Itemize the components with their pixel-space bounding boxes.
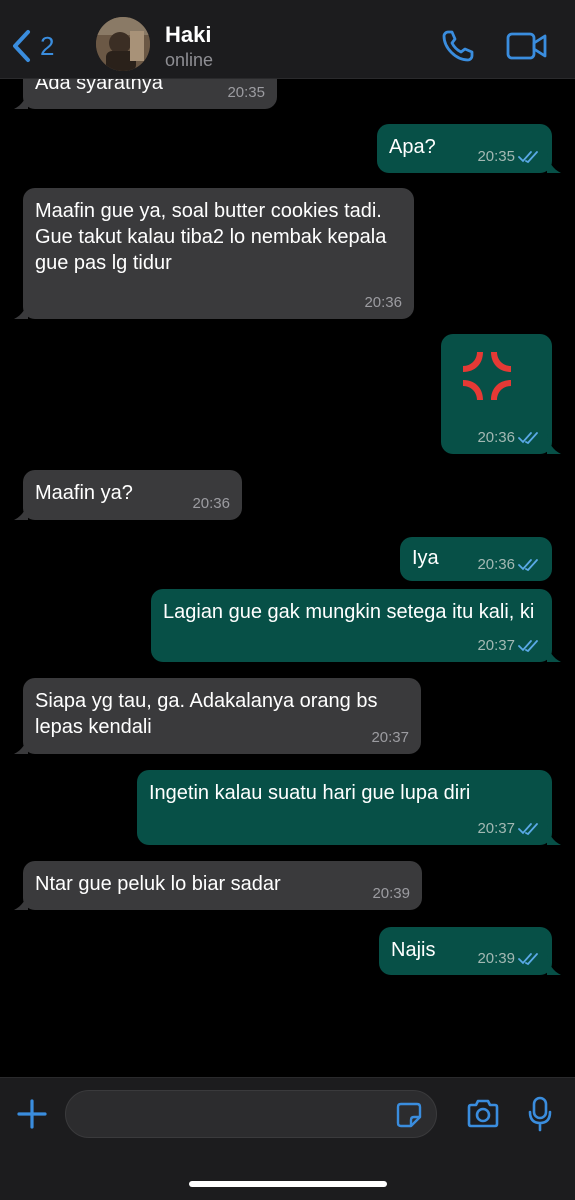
read-receipt-icon	[518, 953, 538, 966]
message-input[interactable]	[82, 1091, 386, 1139]
message-text: Ingetin kalau suatu hari gue lupa diri	[149, 782, 471, 804]
camera-button[interactable]	[466, 1099, 500, 1134]
video-call-button[interactable]	[506, 30, 548, 67]
read-receipt-icon	[518, 559, 538, 572]
chat-screen: 2 Haki online Ada syaratnya 20:35 Apa? 2…	[0, 0, 575, 1200]
home-indicator[interactable]	[189, 1181, 387, 1187]
message-time: 20:36	[477, 557, 540, 573]
contact-status: online	[165, 50, 214, 70]
message-bubble-outgoing[interactable]: Ingetin kalau suatu hari gue lupa diri 2…	[137, 770, 561, 845]
unread-count: 2	[40, 31, 55, 61]
back-button[interactable]: 2	[10, 26, 54, 66]
anger-symbol-icon	[463, 352, 511, 400]
avatar[interactable]	[96, 17, 150, 71]
message-bubble-outgoing[interactable]: Apa? 20:35	[377, 124, 561, 173]
message-input-box[interactable]	[65, 1090, 437, 1139]
voice-message-button[interactable]	[527, 1096, 553, 1137]
message-bubble-incoming[interactable]: Ntar gue peluk lo biar sadar 20:39	[14, 861, 422, 910]
message-bubble-incoming[interactable]: Siapa yg tau, ga. Adakalanya orang bs le…	[14, 678, 421, 754]
message-time: 20:39	[372, 885, 410, 902]
read-receipt-icon	[518, 823, 538, 836]
read-receipt-icon	[518, 432, 538, 445]
message-bubble-incoming[interactable]: Maafin gue ya, soal butter cookies tadi.…	[14, 188, 414, 319]
message-time: 20:37	[371, 729, 409, 746]
message-text: Lagian gue gak mungkin setega itu kali, …	[163, 601, 535, 623]
message-text: Iya	[412, 547, 439, 569]
read-receipt-icon	[518, 640, 538, 653]
message-bubble-outgoing[interactable]: Najis 20:39	[379, 927, 561, 975]
message-time: 20:37	[477, 821, 540, 837]
contact-name[interactable]: Haki	[165, 22, 211, 48]
message-time: 20:36	[477, 430, 540, 446]
attach-button[interactable]	[16, 1098, 48, 1135]
microphone-icon	[528, 1096, 552, 1132]
message-time: 20:36	[364, 294, 402, 311]
video-camera-icon	[506, 32, 547, 60]
message-bubble-incoming[interactable]: Maafin ya? 20:36	[14, 470, 242, 520]
sticker-icon	[396, 1102, 422, 1128]
message-text: Ntar gue peluk lo biar sadar	[35, 873, 281, 895]
message-time: 20:37	[477, 638, 540, 654]
message-time: 20:35	[227, 84, 265, 101]
read-receipt-icon	[518, 151, 538, 164]
message-time: 20:36	[192, 495, 230, 512]
message-time: 20:39	[477, 951, 540, 967]
camera-icon	[467, 1099, 499, 1128]
phone-icon	[442, 30, 474, 62]
message-bubble-outgoing[interactable]: 20:36	[441, 334, 561, 454]
sticker-button[interactable]	[396, 1102, 422, 1133]
message-text: Apa?	[389, 136, 436, 158]
message-text: Maafin gue ya, soal butter cookies tadi.…	[35, 200, 387, 274]
message-text: Maafin ya?	[35, 482, 133, 504]
chat-header: 2 Haki online	[0, 0, 575, 79]
voice-call-button[interactable]	[440, 28, 476, 69]
message-text: Siapa yg tau, ga. Adakalanya orang bs le…	[35, 690, 378, 738]
chevron-left-icon	[13, 30, 30, 62]
message-bubble-outgoing[interactable]: Lagian gue gak mungkin setega itu kali, …	[151, 589, 561, 662]
message-text: Najis	[391, 939, 436, 961]
message-bubble-outgoing[interactable]: Iya 20:36	[400, 537, 552, 581]
message-time: 20:35	[477, 149, 540, 165]
plus-icon	[17, 1099, 47, 1129]
